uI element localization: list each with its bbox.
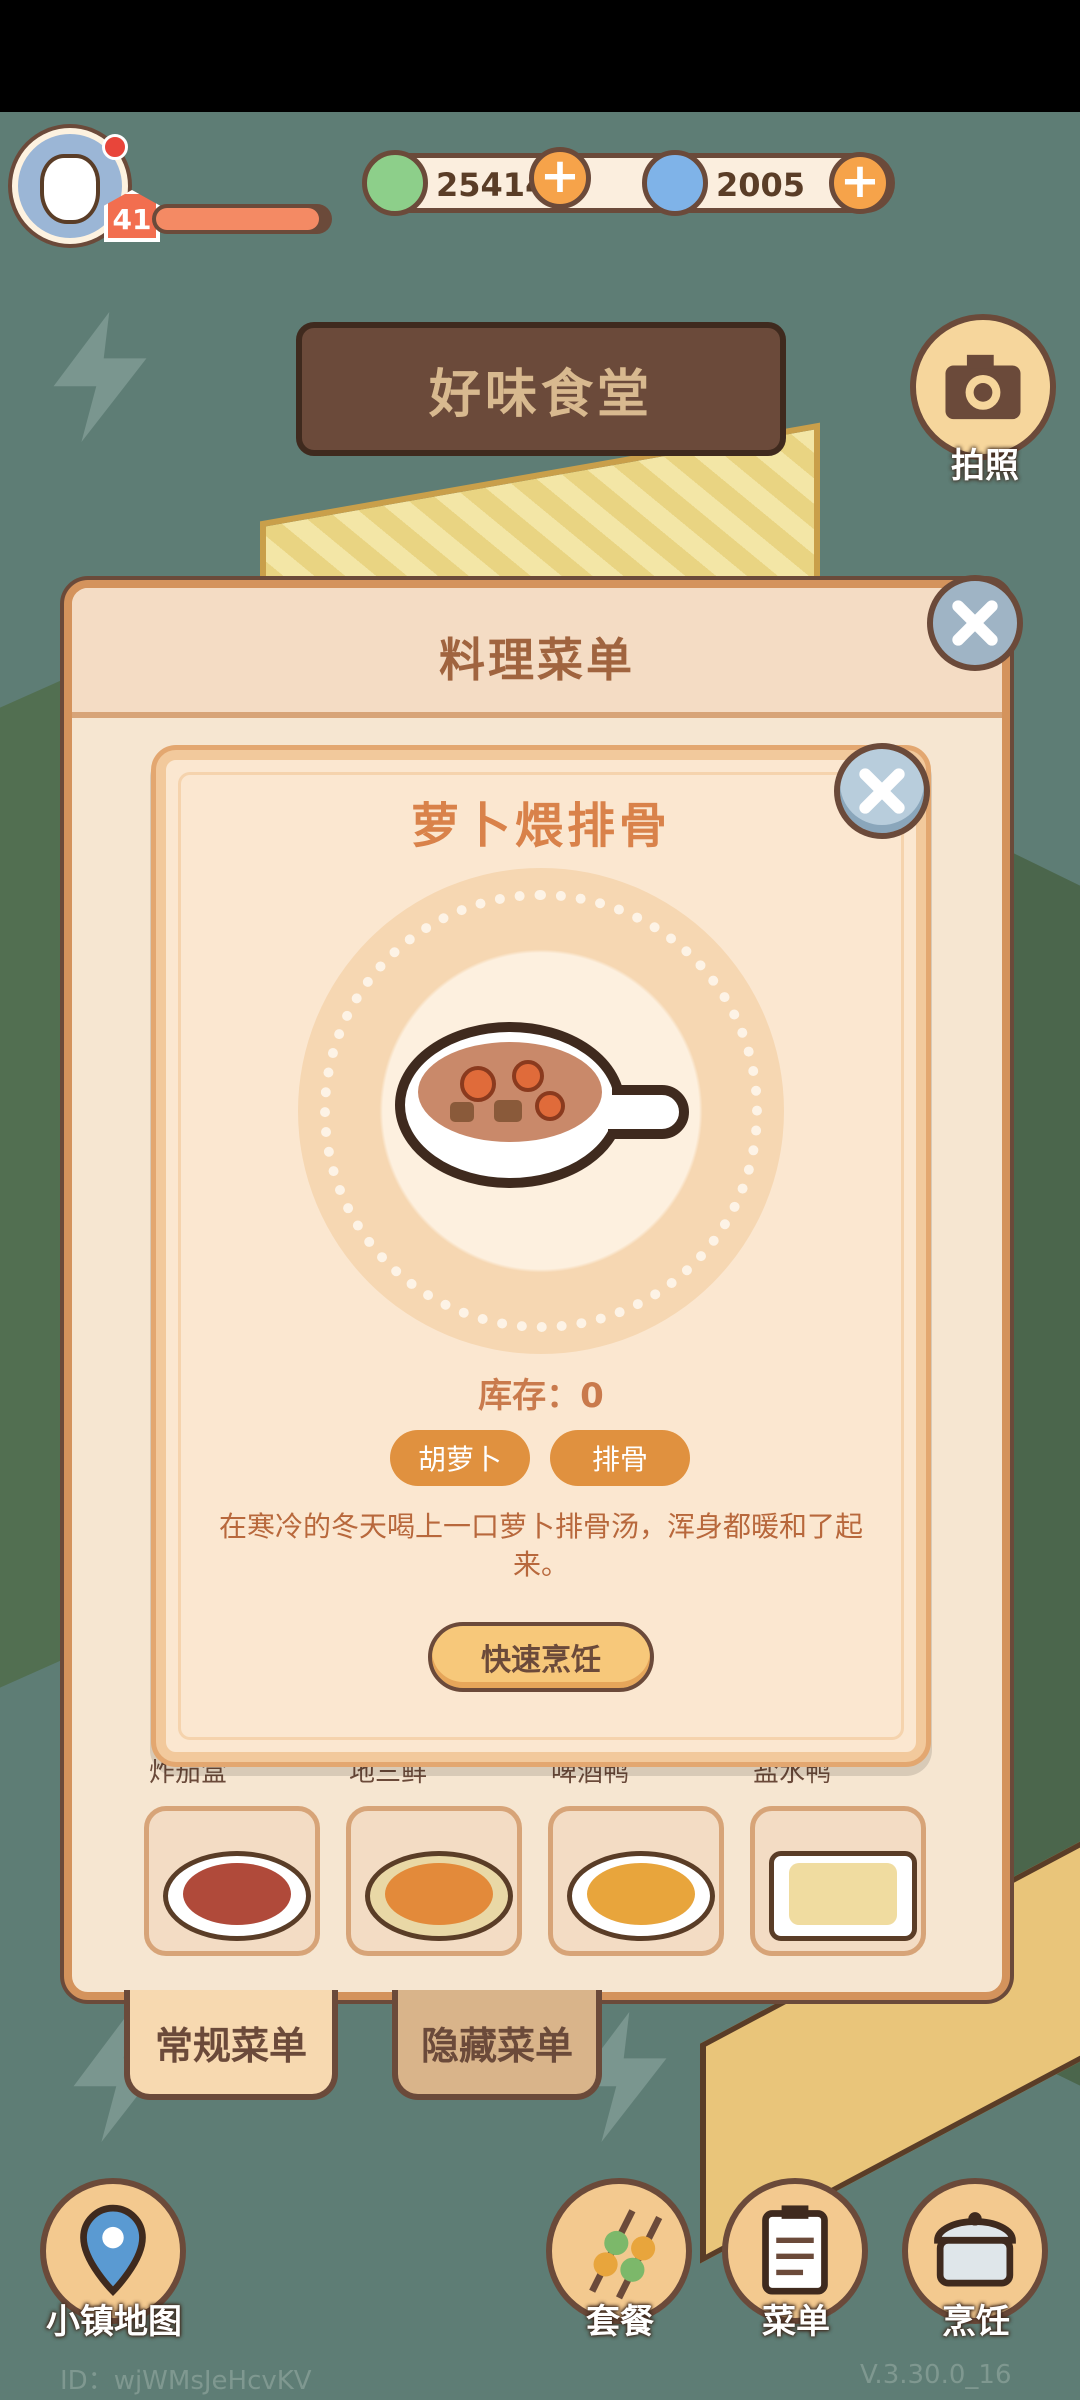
ingredient-tag: 排骨	[550, 1430, 690, 1486]
player-id: ID：wjWMsJeHcvKV	[60, 2366, 312, 2396]
clover-wrap: +	[375, 147, 591, 213]
camera-label: 拍照	[951, 446, 1019, 486]
dish-name: 萝卜煨排骨	[410, 798, 671, 854]
set-meal-label: 套餐	[586, 2302, 654, 2342]
cook-label: 烹饪	[942, 2302, 1010, 2342]
add-clover-button[interactable]: +	[529, 147, 591, 209]
menu-label: 菜单	[762, 2302, 830, 2342]
menu-close-button[interactable]	[927, 575, 1023, 671]
restaurant-sign: 好味食堂	[268, 322, 828, 456]
menu-header: 料理菜单	[72, 588, 1002, 718]
app-version: V.3.30.0_16	[860, 2360, 1012, 2390]
dish-card[interactable]	[144, 1806, 320, 1956]
salted-duck-icon	[789, 1863, 897, 1925]
swirl-currency: 2005 +	[642, 150, 891, 216]
dish-card[interactable]	[750, 1806, 926, 1956]
ingredient-tag: 胡萝卜	[390, 1430, 530, 1486]
add-swirl-button[interactable]: +	[829, 152, 891, 214]
dish-description: 在寒冷的冬天喝上一口萝卜排骨汤，浑身都暖和了起来。	[218, 1510, 863, 1581]
restaurant-title: 好味食堂	[428, 364, 653, 425]
menu-title: 料理菜单	[439, 633, 635, 687]
fried-eggplant-icon	[183, 1863, 291, 1925]
bolt-icon	[53, 312, 147, 442]
map-label: 小镇地图	[46, 2302, 182, 2342]
swirl-icon	[642, 150, 708, 216]
beer-duck-icon	[587, 1863, 695, 1925]
dish-card[interactable]	[346, 1806, 522, 1956]
quick-cook-button[interactable]: 快速烹饪	[428, 1622, 654, 1692]
tab-regular-menu[interactable]: 常规菜单	[124, 1990, 338, 2100]
three-vegetables-icon	[385, 1863, 493, 1925]
stock-count: 库存：0	[478, 1376, 604, 1416]
notification-dot	[102, 134, 128, 160]
swirl-amount: 2005	[716, 166, 806, 204]
status-bar	[0, 0, 1080, 112]
xp-bar-fill	[156, 208, 320, 230]
camera-icon	[945, 354, 1021, 420]
xp-bar	[152, 204, 332, 234]
bunny-avatar-icon	[40, 154, 100, 224]
close-icon	[952, 600, 998, 646]
soup-pot-icon	[395, 1022, 689, 1188]
tab-hidden-menu[interactable]: 隐藏菜单	[392, 1990, 602, 2100]
dish-card[interactable]	[548, 1806, 724, 1956]
